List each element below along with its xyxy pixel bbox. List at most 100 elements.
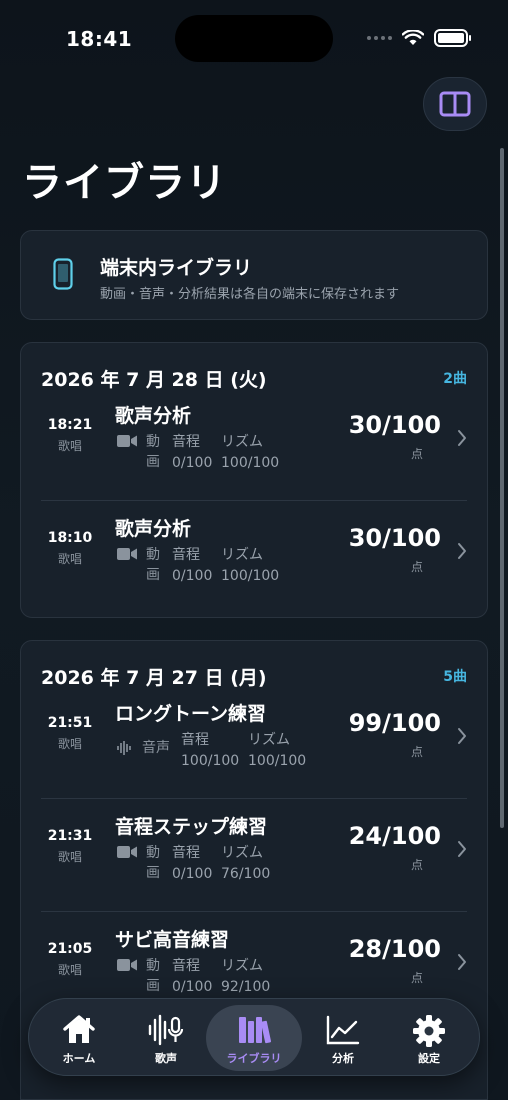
entry-title: 歌声分析: [115, 405, 192, 427]
status-icons: [367, 29, 471, 47]
chevron-right-icon: [458, 430, 466, 446]
entry-score: 24/100: [348, 822, 441, 850]
chevron-right-icon: [458, 543, 466, 559]
entry-media: 音声: [142, 740, 170, 756]
entry-title: サビ高音練習: [115, 929, 230, 951]
library-icon: [239, 1017, 272, 1044]
group-count: 2曲: [443, 371, 467, 387]
rhythm-stat: リズム 100/100: [221, 545, 279, 587]
group-count: 5曲: [443, 669, 467, 685]
rhythm-stat: リズム 92/100: [221, 956, 270, 998]
entry-kind: 歌唱: [57, 963, 82, 977]
page-title: ライブラリ: [22, 160, 227, 206]
score-unit: 点: [410, 971, 423, 985]
chevron-right-icon: [458, 728, 466, 744]
score-unit: 点: [410, 560, 423, 574]
entry-time: 21:05: [47, 941, 93, 957]
list-item[interactable]: 18:21 歌唱 歌声分析 動画 音程 0/100 リズム 100/100 30…: [21, 389, 487, 501]
entry-kind: 歌唱: [57, 737, 82, 751]
tab-analysis[interactable]: 分析: [295, 1005, 391, 1071]
entry-time: 18:10: [47, 530, 93, 546]
rhythm-value: 92/100: [221, 979, 271, 995]
tab-bar: ホーム 歌声 ライブラリ 分析 設定: [28, 998, 480, 1076]
entry-title: 音程ステップ練習: [115, 816, 268, 838]
status-time: 18:41: [66, 27, 133, 51]
entry-score: 30/100: [348, 411, 441, 439]
pitch-value: 0/100: [172, 455, 213, 471]
gear-icon: [413, 1015, 445, 1047]
pitch-label: 音程: [172, 958, 200, 974]
tab-label: ライブラリ: [226, 1052, 282, 1065]
tab-label: 歌声: [155, 1052, 177, 1065]
entry-score: 99/100: [348, 709, 441, 737]
pitch-label: 音程: [181, 732, 209, 748]
list-item[interactable]: 18:10 歌唱 歌声分析 動画 音程 0/100 リズム 100/100 30…: [21, 502, 487, 614]
rhythm-value: 100/100: [248, 753, 307, 769]
local-library-title: 端末内ライブラリ: [100, 257, 253, 279]
entry-time: 21:51: [47, 715, 93, 731]
rhythm-stat: リズム 100/100: [248, 730, 306, 772]
tab-label: 設定: [418, 1052, 440, 1065]
entry-kind: 歌唱: [57, 439, 82, 453]
pitch-stat: 音程 0/100: [172, 432, 212, 474]
group-date: 2026 年 7 月 28 日 (火): [41, 369, 267, 391]
pitch-value: 0/100: [172, 866, 213, 882]
voice-icon: [148, 1014, 184, 1046]
entry-time: 18:21: [47, 417, 93, 433]
rhythm-stat: リズム 100/100: [221, 432, 279, 474]
entry-kind: 歌唱: [57, 850, 82, 864]
entry-time: 21:31: [47, 828, 93, 844]
pitch-value: 0/100: [172, 568, 213, 584]
rhythm-label: リズム: [221, 547, 263, 563]
entry-score: 30/100: [348, 524, 441, 552]
wifi-icon: [402, 30, 424, 45]
entry-title: ロングトーン練習: [115, 703, 267, 725]
pitch-value: 0/100: [172, 979, 213, 995]
rhythm-label: リズム: [221, 845, 263, 861]
tab-voice[interactable]: 歌声: [118, 1005, 214, 1071]
local-library-card: 端末内ライブラリ 動画・音声・分析結果は各自の端末に保存されます: [20, 230, 488, 320]
entry-media: 動画: [146, 547, 160, 583]
signal-icon: [367, 36, 392, 40]
list-item[interactable]: 21:51 歌唱 ロングトーン練習 音声 音程 100/100 リズム 100/…: [21, 687, 487, 799]
split-view-icon: [439, 91, 471, 117]
chevron-right-icon: [458, 954, 466, 970]
rhythm-label: リズム: [221, 958, 263, 974]
home-icon: [63, 1015, 95, 1043]
tab-home[interactable]: ホーム: [31, 1005, 127, 1071]
tab-label: 分析: [332, 1052, 354, 1065]
date-group: 2026 年 7 月 28 日 (火) 2曲 18:21 歌唱 歌声分析 動画 …: [20, 342, 488, 618]
video-icon: [117, 959, 137, 971]
pitch-stat: 音程 100/100: [181, 730, 239, 772]
pitch-stat: 音程 0/100: [172, 545, 212, 587]
tab-library[interactable]: ライブラリ: [206, 1005, 302, 1071]
rhythm-label: リズム: [221, 434, 263, 450]
video-icon: [117, 548, 137, 560]
tab-settings[interactable]: 設定: [381, 1005, 477, 1071]
rhythm-value: 100/100: [221, 568, 280, 584]
score-unit: 点: [410, 745, 423, 759]
rhythm-value: 76/100: [221, 866, 271, 882]
entry-kind: 歌唱: [57, 552, 82, 566]
group-date: 2026 年 7 月 27 日 (月): [41, 667, 267, 689]
pitch-stat: 音程 0/100: [172, 843, 212, 885]
entry-media: 動画: [146, 434, 160, 470]
video-icon: [117, 435, 137, 447]
pitch-label: 音程: [172, 434, 200, 450]
list-item[interactable]: 21:31 歌唱 音程ステップ練習 動画 音程 0/100 リズム 76/100…: [21, 800, 487, 912]
phone-icon: [53, 258, 73, 290]
entry-media: 動画: [146, 958, 160, 994]
pitch-label: 音程: [172, 547, 200, 563]
dynamic-island: [175, 15, 333, 62]
entry-title: 歌声分析: [115, 518, 192, 540]
divider: [41, 911, 467, 912]
chart-icon: [326, 1015, 360, 1045]
scrollbar[interactable]: [500, 148, 504, 828]
divider: [41, 500, 467, 501]
score-unit: 点: [410, 858, 423, 872]
pitch-stat: 音程 0/100: [172, 956, 212, 998]
split-view-button[interactable]: [423, 77, 487, 131]
rhythm-label: リズム: [248, 732, 290, 748]
pitch-label: 音程: [172, 845, 200, 861]
entry-score: 28/100: [348, 935, 441, 963]
